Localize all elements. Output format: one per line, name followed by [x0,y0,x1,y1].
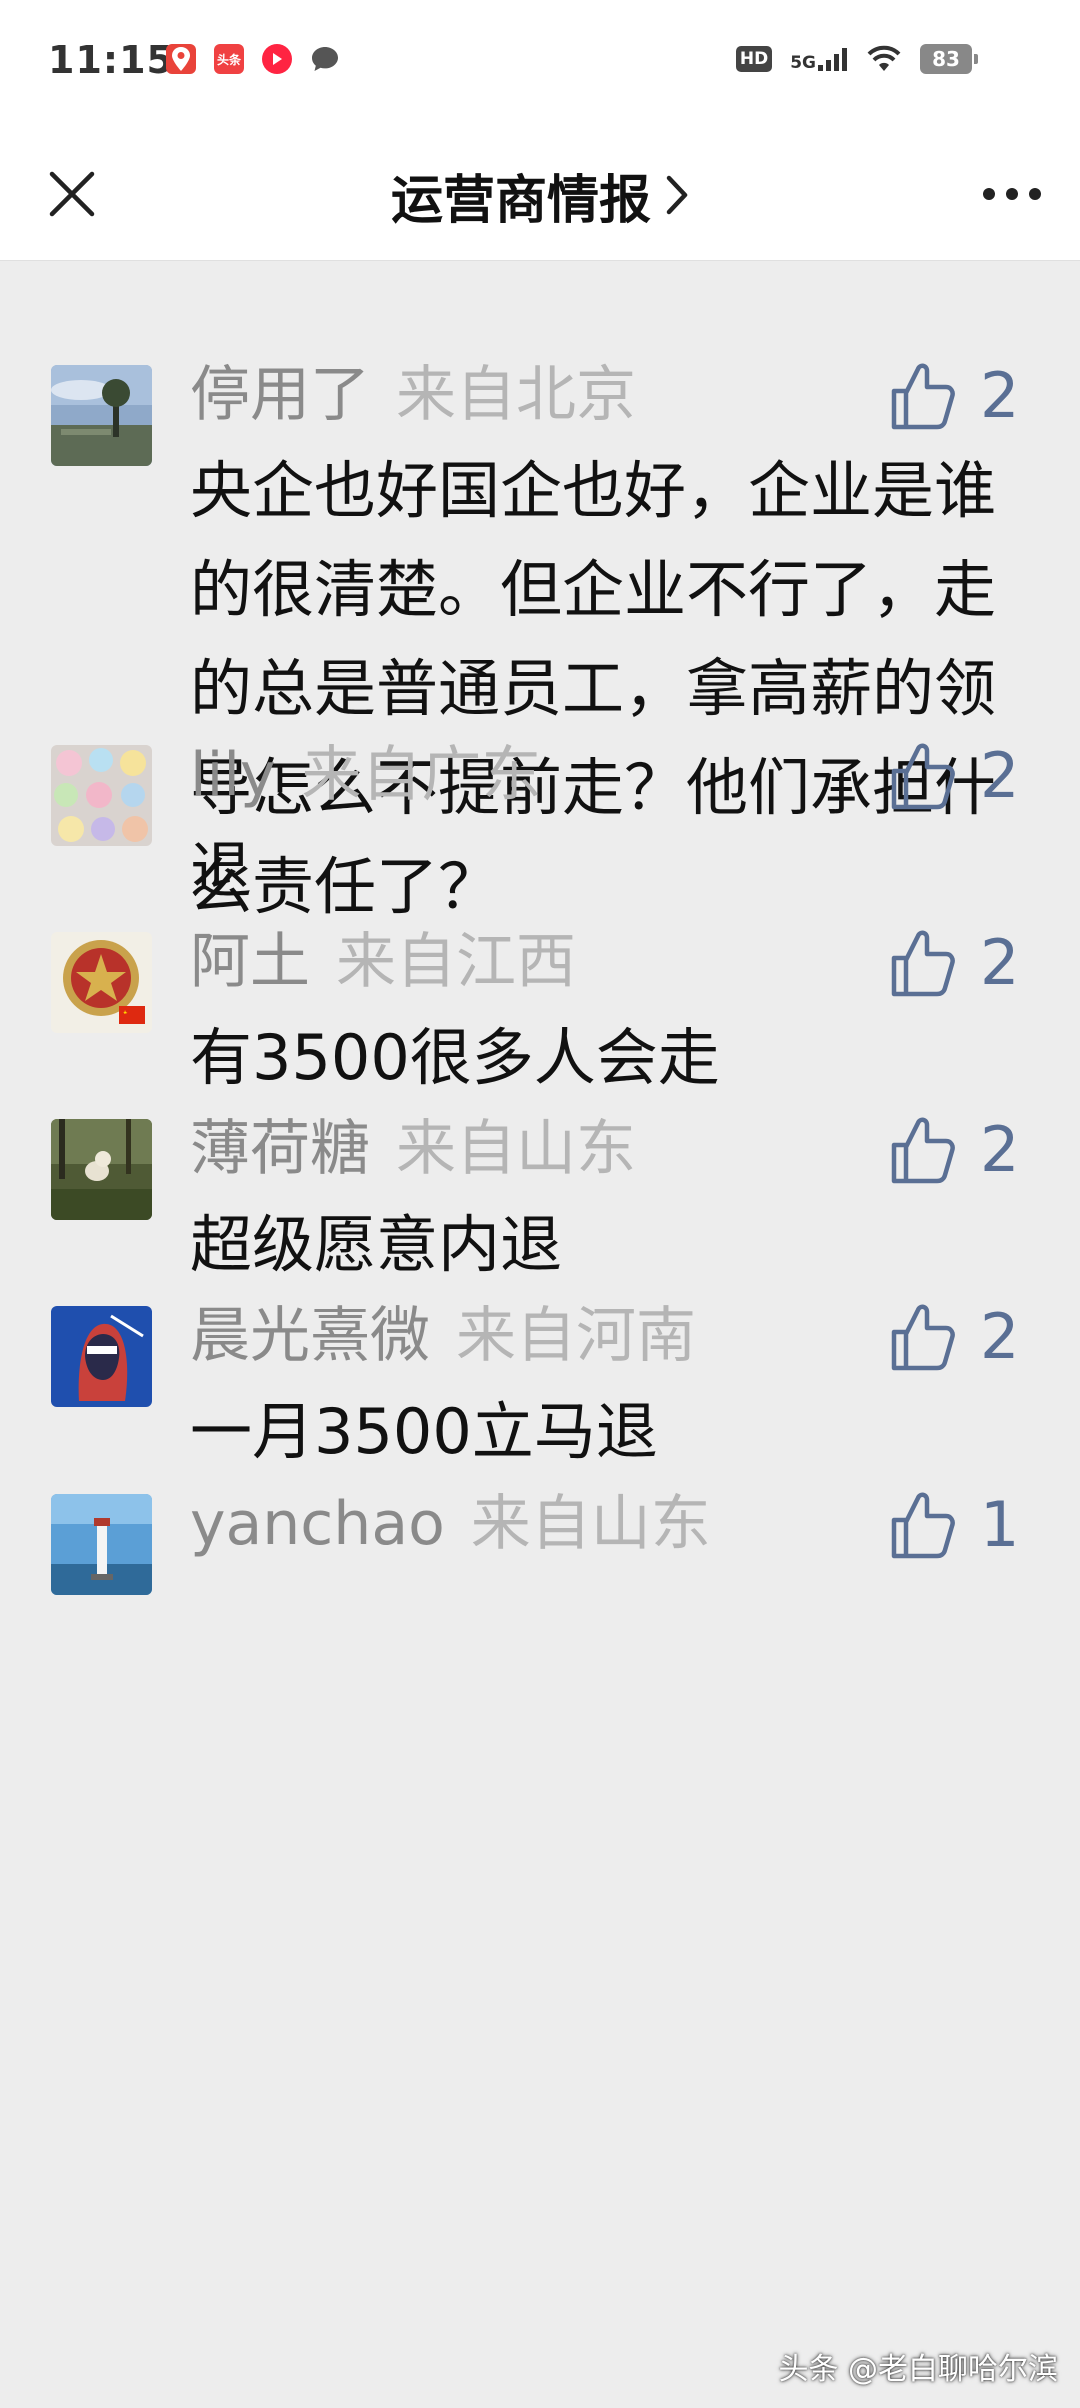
like-button[interactable]: 2 [890,361,1019,431]
comment-nickname[interactable]: lily [190,740,276,810]
like-button[interactable]: 2 [890,928,1019,998]
thumbs-up-icon [891,743,955,810]
comment-meta: lily 来自广东 [190,735,542,815]
avatar[interactable] [51,365,152,466]
thumbs-up-icon [891,930,955,997]
chevron-right-icon [666,175,688,215]
watermark: 头条 @老白聊哈尔滨 [778,2352,1058,2387]
like-count: 1 [980,1488,1020,1561]
system-icons: HD 5G 83 [735,44,978,74]
message-app-icon [310,44,340,74]
page-title: 运营商情报 [390,170,651,231]
comment-nickname[interactable]: 停用了 [190,360,370,430]
thumbs-up-icon [891,1117,955,1184]
like-count: 2 [980,739,1020,812]
avatar[interactable] [51,1119,152,1220]
like-count: 2 [980,359,1020,432]
comment-region: 来自河南 [456,1301,696,1371]
comment-meta: 晨光熹微 来自河南 [190,1296,696,1376]
like-count: 2 [980,1300,1020,1373]
avatar[interactable] [51,932,152,1033]
status-bar: 11:15 头条 HD 5G 83 [0,0,1080,130]
comment-nickname[interactable]: 晨光熹微 [190,1301,430,1371]
comment-text: 一月3500立马退 [190,1395,658,1468]
like-count: 2 [980,926,1020,999]
like-button[interactable]: 1 [890,1490,1019,1560]
comment-meta: yanchao 来自山东 [190,1484,711,1564]
more-button[interactable] [972,158,1052,230]
toutiao-badge-text: 头条 [216,52,241,67]
comment-meta: 停用了 来自北京 [190,355,636,435]
comment-text: 超级愿意内退 [190,1208,563,1281]
comment-nickname[interactable]: 薄荷糖 [190,1114,370,1184]
avatar[interactable] [51,1494,152,1595]
comment-text: 退 [190,834,253,907]
comment-region: 来自山东 [470,1489,711,1559]
signal-icon: 5G [790,47,848,73]
comment-region: 来自广东 [301,740,542,810]
thumbs-up-icon [891,363,955,430]
avatar[interactable] [51,745,152,846]
notification-icons: 头条 [166,44,340,74]
comment-nickname[interactable]: 阿土 [190,927,310,997]
official-account-link[interactable]: 运营商情报 [0,152,1080,238]
thumbs-up-icon [891,1492,955,1559]
comment-region: 来自江西 [336,927,576,997]
comment-meta: 薄荷糖 来自山东 [190,1109,636,1189]
avatar[interactable] [51,1306,152,1407]
network-type: 5G [790,53,816,73]
thumbs-up-icon [891,1304,955,1371]
comment-region: 来自北京 [396,360,636,430]
comment-nickname[interactable]: yanchao [190,1489,445,1559]
like-button[interactable]: 2 [890,1115,1019,1185]
video-app-icon [262,44,292,74]
nav-bar: 运营商情报 [0,130,1080,261]
more-icon [983,188,1041,200]
wifi-icon [867,45,901,71]
comment-meta: 阿土 来自江西 [190,922,576,1002]
location-app-icon [166,44,196,74]
like-button[interactable]: 2 [890,1302,1019,1372]
status-time: 11:15 [48,38,174,82]
battery-level: 83 [932,47,960,71]
battery-icon: 83 [920,44,978,74]
toutiao-app-icon: 头条 [214,44,244,74]
comment-region: 来自山东 [396,1114,636,1184]
like-button[interactable]: 2 [890,741,1019,811]
like-count: 2 [980,1113,1020,1186]
hd-badge: HD [735,46,773,72]
comment-text: 有3500很多人会走 [190,1021,720,1094]
